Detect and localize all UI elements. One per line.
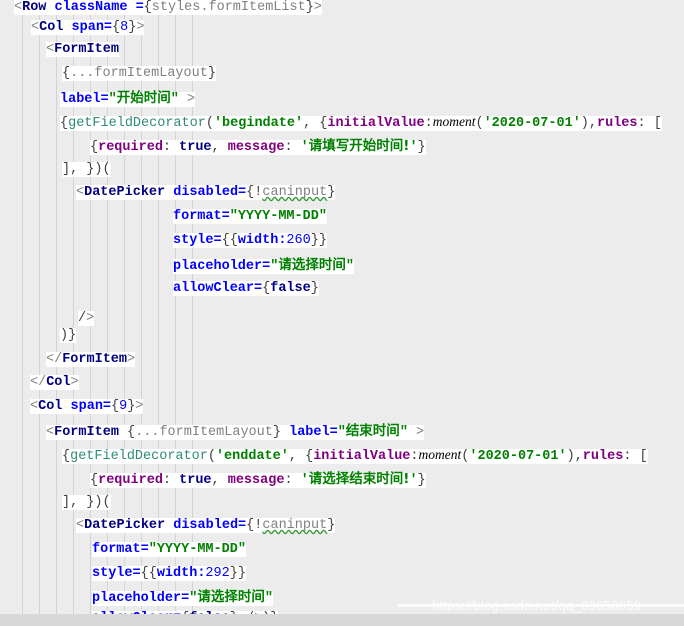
code-line[interactable]: </FormItem>: [0, 348, 684, 372]
code-line[interactable]: <Col span={8}>: [0, 16, 684, 40]
code-line[interactable]: {required: true, message: '请选择结束时间!'}: [0, 467, 684, 491]
code-line[interactable]: {getFieldDecorator('begindate', {initial…: [0, 110, 684, 134]
code-line[interactable]: format="YYYY-MM-DD": [0, 205, 684, 229]
code-line[interactable]: {required: true, message: '请填写开始时间!'}: [0, 134, 684, 158]
code-line[interactable]: {getFieldDecorator('enddate', {initialVa…: [0, 443, 684, 467]
code-line[interactable]: <FormItem: [0, 38, 684, 62]
code-line[interactable]: placeholder="请选择时间": [0, 253, 684, 277]
code-line[interactable]: style={{width:260}}: [0, 229, 684, 253]
code-line[interactable]: <DatePicker disabled={!caninput}: [0, 181, 684, 205]
code-line[interactable]: ], })(: [0, 158, 684, 182]
code-line[interactable]: </Col>: [0, 371, 684, 395]
code-line[interactable]: <Col span={9}>: [0, 395, 684, 419]
code-line[interactable]: {...formItemLayout}: [0, 62, 684, 86]
code-line[interactable]: )}: [0, 324, 684, 348]
code-line[interactable]: allowClear={false}: [0, 277, 684, 301]
code-line[interactable]: style={{width:292}}: [0, 562, 684, 586]
code-line[interactable]: format="YYYY-MM-DD": [0, 538, 684, 562]
code-line[interactable]: label="开始时间" >: [0, 86, 684, 110]
code-editor[interactable]: <Row className ={styles.formItemList}> <…: [0, 0, 684, 626]
code-line[interactable]: placeholder="请选择时间": [0, 585, 684, 609]
code-line[interactable]: <FormItem {...formItemLayout} label="结束时…: [0, 419, 684, 443]
code-line[interactable]: ], })(: [0, 491, 684, 515]
code-line[interactable]: allowClear={false} />)}: [0, 607, 684, 626]
code-line[interactable]: <DatePicker disabled={!caninput}: [0, 514, 684, 538]
